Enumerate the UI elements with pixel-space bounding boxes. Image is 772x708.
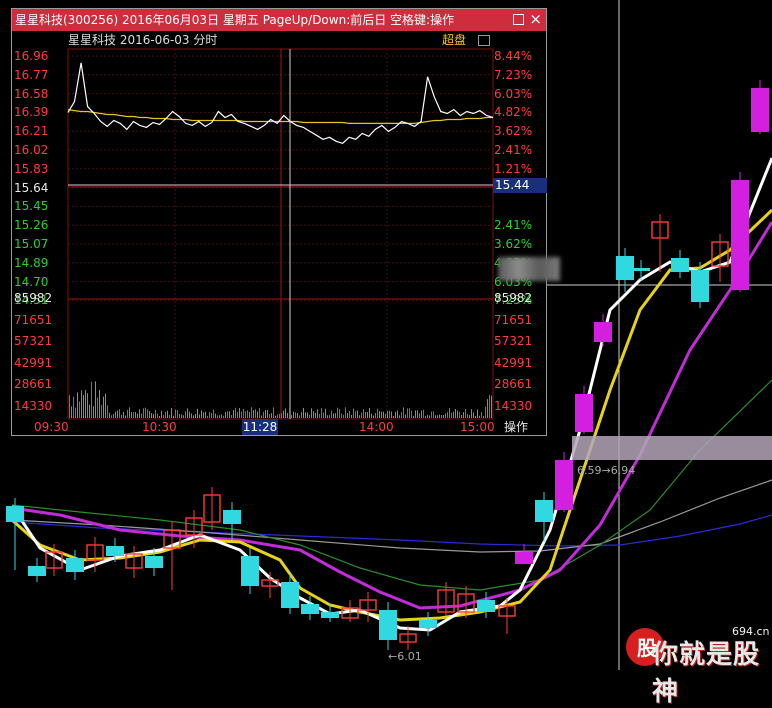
pct-label: 2.41% [494,143,533,157]
candle-body [106,546,124,556]
intraday-popup-window[interactable]: 星星科技(300256) 2016年06月03日 星期五 PageUp/Down… [11,8,560,437]
price-label: 14.70 [14,274,49,289]
pct-label: 3.62% [494,124,533,139]
crosshair-value-tag [572,436,772,460]
price-label: 16.96 [14,49,49,63]
pct-label: 8.44% [494,49,533,63]
candle-body [66,558,84,572]
candle-body [223,510,241,524]
price-label: 15.64 [14,180,49,195]
annotation-low: ←6.01 [388,650,422,663]
candle-body [6,506,24,522]
price-label: 16.39 [14,105,49,120]
volume-label-right: 71651 [494,312,533,327]
candle-body [616,256,634,280]
candle-body [145,556,163,568]
candle-body [419,620,437,628]
price-label: 15.83 [14,161,49,176]
candle-body [731,180,749,290]
candle-body [594,322,612,342]
candle-body [555,460,573,510]
volume-label-right: 85982 [494,291,533,305]
price-label: 16.02 [14,143,49,157]
volume-label-right: 42991 [494,355,533,370]
candle-body [28,566,46,576]
pct-label: 2.41% [494,218,533,233]
candle-body [321,612,339,618]
price-label: 16.58 [14,86,49,101]
candle-body [691,270,709,302]
volume-label-right: 28661 [494,377,533,391]
candle-body [477,600,495,612]
volume-label: 14330 [14,398,53,413]
volume-label: 42991 [14,355,53,370]
pct-label: 6.03% [494,86,533,101]
price-label: 15.45 [14,199,49,214]
pct-label: 3.62% [494,237,533,251]
price-label: 14.89 [14,255,49,270]
annotation-high: 6.59→6.94 [577,464,636,477]
time-label-1030: 10:30 [142,420,177,434]
time-label-close: 15:00 [460,420,495,434]
watermark-url: 694.cn [732,625,770,638]
price-label: 15.26 [14,218,49,233]
candle-body [535,500,553,522]
time-cursor-tag: 11:28 [242,419,278,435]
pct-label: 4.82% [494,105,533,120]
watermark-text: 你就是股神 [652,640,761,707]
blurred-region [498,257,560,281]
intraday-grid [67,48,494,420]
candle-body [575,394,593,432]
time-label-1400: 14:00 [359,420,394,434]
candle-body [281,582,299,608]
pct-label: 7.23% [494,67,533,82]
time-label-open: 09:30 [34,420,69,434]
volume-label-right: 57321 [494,334,533,348]
cursor-price-tag: 15.44 [493,178,547,193]
volume-label: 85982 [14,291,53,305]
candle-body [515,552,533,564]
candle-body [241,556,259,586]
price-label: 16.77 [14,67,49,82]
volume-label: 71651 [14,312,53,327]
candle-body [379,610,397,640]
intraday-chart[interactable] [12,9,548,437]
pct-label: 1.21% [494,161,533,176]
operate-button[interactable]: 操作 [504,419,528,435]
candle-body [301,604,319,614]
volume-label-right: 14330 [494,398,533,413]
price-label: 15.07 [14,237,49,251]
candle-body [671,258,689,272]
volume-label: 28661 [14,377,53,391]
candle-body [751,88,769,132]
price-label: 16.21 [14,124,49,139]
candle-body [632,268,650,271]
volume-label: 57321 [14,334,53,348]
